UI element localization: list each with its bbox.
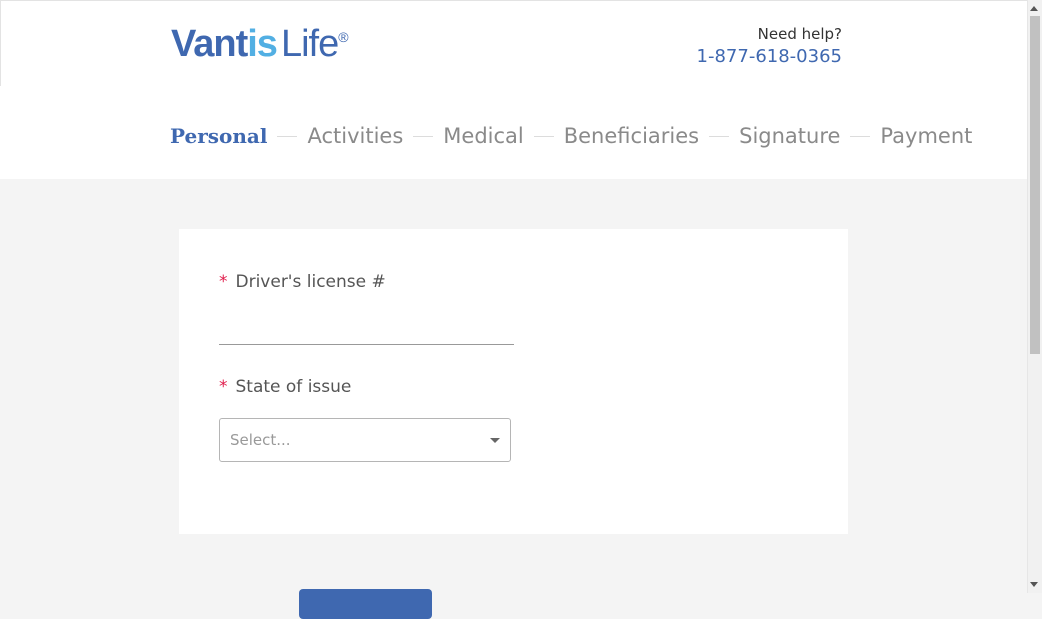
continue-button[interactable]	[299, 589, 432, 619]
required-mark: *	[219, 377, 228, 397]
state-label: * State of issue	[219, 377, 351, 397]
step-signature[interactable]: Signature	[739, 124, 840, 148]
step-medical[interactable]: Medical	[443, 124, 523, 148]
license-label: * Driver's license #	[219, 272, 386, 292]
drivers-license-input[interactable]	[219, 319, 514, 345]
logo-text-light: is	[247, 23, 278, 65]
scroll-up-arrow-icon[interactable]	[1030, 6, 1038, 11]
step-separator	[413, 135, 434, 137]
top-header: Vantis Life® Need help? 1-877-618-0365	[0, 0, 1027, 86]
logo-registered-mark: ®	[338, 29, 348, 45]
license-label-text: Driver's license #	[235, 272, 386, 292]
progress-steps-nav: Personal Activities Medical Beneficiarie…	[0, 86, 1027, 179]
step-separator	[277, 135, 298, 137]
step-separator	[850, 135, 871, 137]
step-separator	[709, 135, 730, 137]
step-personal[interactable]: Personal	[170, 124, 267, 148]
help-phone-link[interactable]: 1-877-618-0365	[697, 46, 842, 67]
form-card: * Driver's license # * State of issue Sele…	[179, 229, 848, 534]
vantis-life-logo[interactable]: Vantis Life®	[171, 23, 349, 65]
logo-text-life: Life	[280, 23, 339, 65]
state-label-text: State of issue	[235, 377, 352, 397]
state-of-issue-select[interactable]: Select...	[219, 418, 511, 462]
logo-text-vant: Vantis	[171, 23, 278, 65]
step-activities[interactable]: Activities	[307, 124, 403, 148]
steps-list: Personal Activities Medical Beneficiarie…	[170, 124, 972, 148]
scrollbar-thumb[interactable]	[1030, 16, 1040, 354]
step-payment[interactable]: Payment	[880, 124, 972, 148]
logo-text-dark: Vant	[171, 23, 248, 65]
help-label: Need help?	[757, 25, 842, 43]
step-beneficiaries[interactable]: Beneficiaries	[564, 124, 699, 148]
state-select-placeholder: Select...	[230, 431, 291, 449]
chevron-down-icon	[490, 438, 500, 443]
required-mark: *	[219, 272, 228, 292]
help-section: Need help? 1-877-618-0365	[697, 25, 842, 67]
page-scrollbar[interactable]	[1027, 0, 1042, 593]
scroll-down-arrow-icon[interactable]	[1030, 582, 1038, 587]
step-separator	[533, 135, 554, 137]
